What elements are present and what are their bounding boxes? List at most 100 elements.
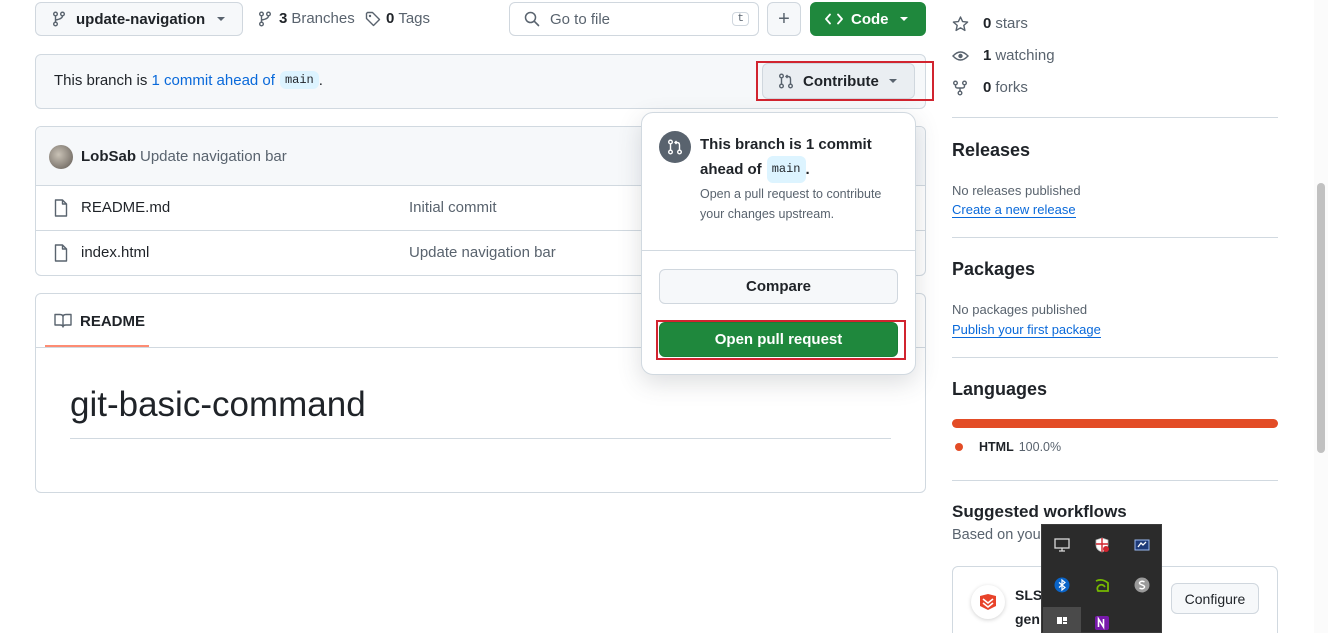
watching-link[interactable]: 1 watching [952,47,1055,64]
commit-author[interactable]: LobSab [81,148,136,165]
readme-heading-rule [70,438,891,439]
system-tray-overflow [1041,524,1162,633]
chevron-down-icon [899,16,909,22]
create-release-link[interactable]: Create a new release [952,202,1076,218]
stars-count: 0 [983,15,992,32]
file-name[interactable]: index.html [81,244,149,261]
sidebar-divider [952,237,1278,238]
stars-label: stars [995,15,1028,32]
forks-count: 0 [983,79,992,96]
branch-status-suffix: . [318,71,323,89]
open-pull-request-highlight [656,320,906,360]
eye-icon [952,49,969,63]
monitor-icon[interactable] [1054,538,1070,552]
compare-label: Compare [745,278,812,295]
suggested-workflows-subtext: Based on you [952,527,1041,543]
readme-heading: git-basic-command [70,385,366,424]
scrollbar-track[interactable] [1314,0,1328,633]
git-branch-icon [258,11,272,27]
language-percent: 100.0% [1018,440,1062,454]
avatar[interactable] [49,145,73,169]
language-item-html[interactable]: HTML 100.0% [955,440,1061,454]
branches-link[interactable]: 3 Branches [258,10,355,27]
popover-title-line2: ahead of main . [700,156,900,183]
tag-icon [365,11,381,27]
popover-title-ahead: ahead of [700,161,762,178]
commit-message[interactable]: Update navigation bar [140,148,287,165]
file-icon [54,244,68,262]
languages-heading: Languages [952,379,1048,399]
file-row[interactable]: index.html Update navigation bar [35,231,635,275]
commits-ahead-link[interactable]: 1 commit ahead of [152,72,275,89]
tags-label: Tags [398,10,431,27]
search-icon [524,11,540,27]
search-placeholder: Go to file [550,10,611,28]
popover-title: This branch is 1 commit ahead of main . [700,133,900,183]
file-commit-message[interactable]: Initial commit [409,199,497,216]
configure-label: Configure [1184,590,1246,607]
shield-icon[interactable] [1094,537,1110,553]
forks-link[interactable]: 0 forks [952,79,1028,96]
language-bar [952,419,1278,428]
pull-request-circle-icon [659,131,691,163]
file-row[interactable]: README.md Initial commit [35,186,635,230]
slsa-logo-icon [971,585,1005,619]
popover-title-line1: This branch is 1 commit [700,136,872,153]
workflow-title-line2[interactable]: gen [1015,611,1040,627]
configure-button[interactable]: Configure [1171,583,1259,614]
language-bar-segment-html [952,419,1278,428]
releases-heading[interactable]: Releases [952,140,1030,161]
code-icon [825,13,843,25]
chevron-down-icon [216,16,226,22]
branch-status-prefix: This branch is [54,71,152,89]
repo-forked-icon [952,80,968,96]
go-to-file-input[interactable]: Go to file t [509,2,759,36]
suggested-workflows-heading: Suggested workflows [952,502,1127,521]
packages-empty-text: No packages published [952,302,1088,317]
publish-package-link[interactable]: Publish your first package [952,322,1101,338]
skype-icon[interactable] [1134,577,1150,593]
popover-divider [642,250,915,251]
sidebar-divider [952,357,1278,358]
file-name[interactable]: README.md [81,199,170,216]
sidebar-divider [952,480,1278,481]
sidebar-divider [952,117,1278,118]
compare-button[interactable]: Compare [659,269,898,304]
bluetooth-icon[interactable] [1054,577,1070,593]
stars-link[interactable]: 0 stars [952,15,1028,32]
popover-base-branch-pill: main [766,156,806,183]
language-color-dot [955,443,963,451]
popover-description: Open a pull request to contribute your c… [700,187,882,221]
book-icon [54,313,72,328]
branches-label: Branches [291,10,355,27]
language-name: HTML [979,440,1014,454]
tab-readme[interactable]: README [45,306,149,347]
releases-empty-text: No releases published [952,183,1081,198]
watching-label: watching [995,47,1055,64]
onenote-icon[interactable] [1094,615,1110,631]
git-branch-icon [52,11,66,27]
add-file-button[interactable]: + [767,2,801,36]
file-icon [54,199,68,217]
popover-title-suffix: . [805,161,810,178]
file-commit-message[interactable]: Update navigation bar [409,244,556,261]
packages-heading[interactable]: Packages [952,259,1035,280]
code-button[interactable]: Code [810,2,926,36]
search-shortcut-key: t [732,12,749,26]
watching-count: 1 [983,47,992,64]
contribute-highlight [756,61,934,101]
scrollbar-thumb[interactable] [1317,183,1325,453]
code-label: Code [851,10,889,28]
screen-capture-icon[interactable] [1134,537,1150,553]
branch-selector-button[interactable]: update-navigation [35,2,243,36]
readme-tab-label: README [80,313,146,330]
tags-count: 0 [386,10,395,27]
branch-name: update-navigation [76,10,206,28]
branch-status-text: This branch is 1 commit ahead of main . [54,71,323,89]
star-icon [952,15,969,32]
plus-icon: + [778,8,790,30]
nvidia-icon[interactable] [1094,577,1110,593]
tags-link[interactable]: 0 Tags [365,10,430,27]
taskbar-app-icon[interactable] [1043,607,1081,633]
base-branch-pill: main [279,71,319,89]
